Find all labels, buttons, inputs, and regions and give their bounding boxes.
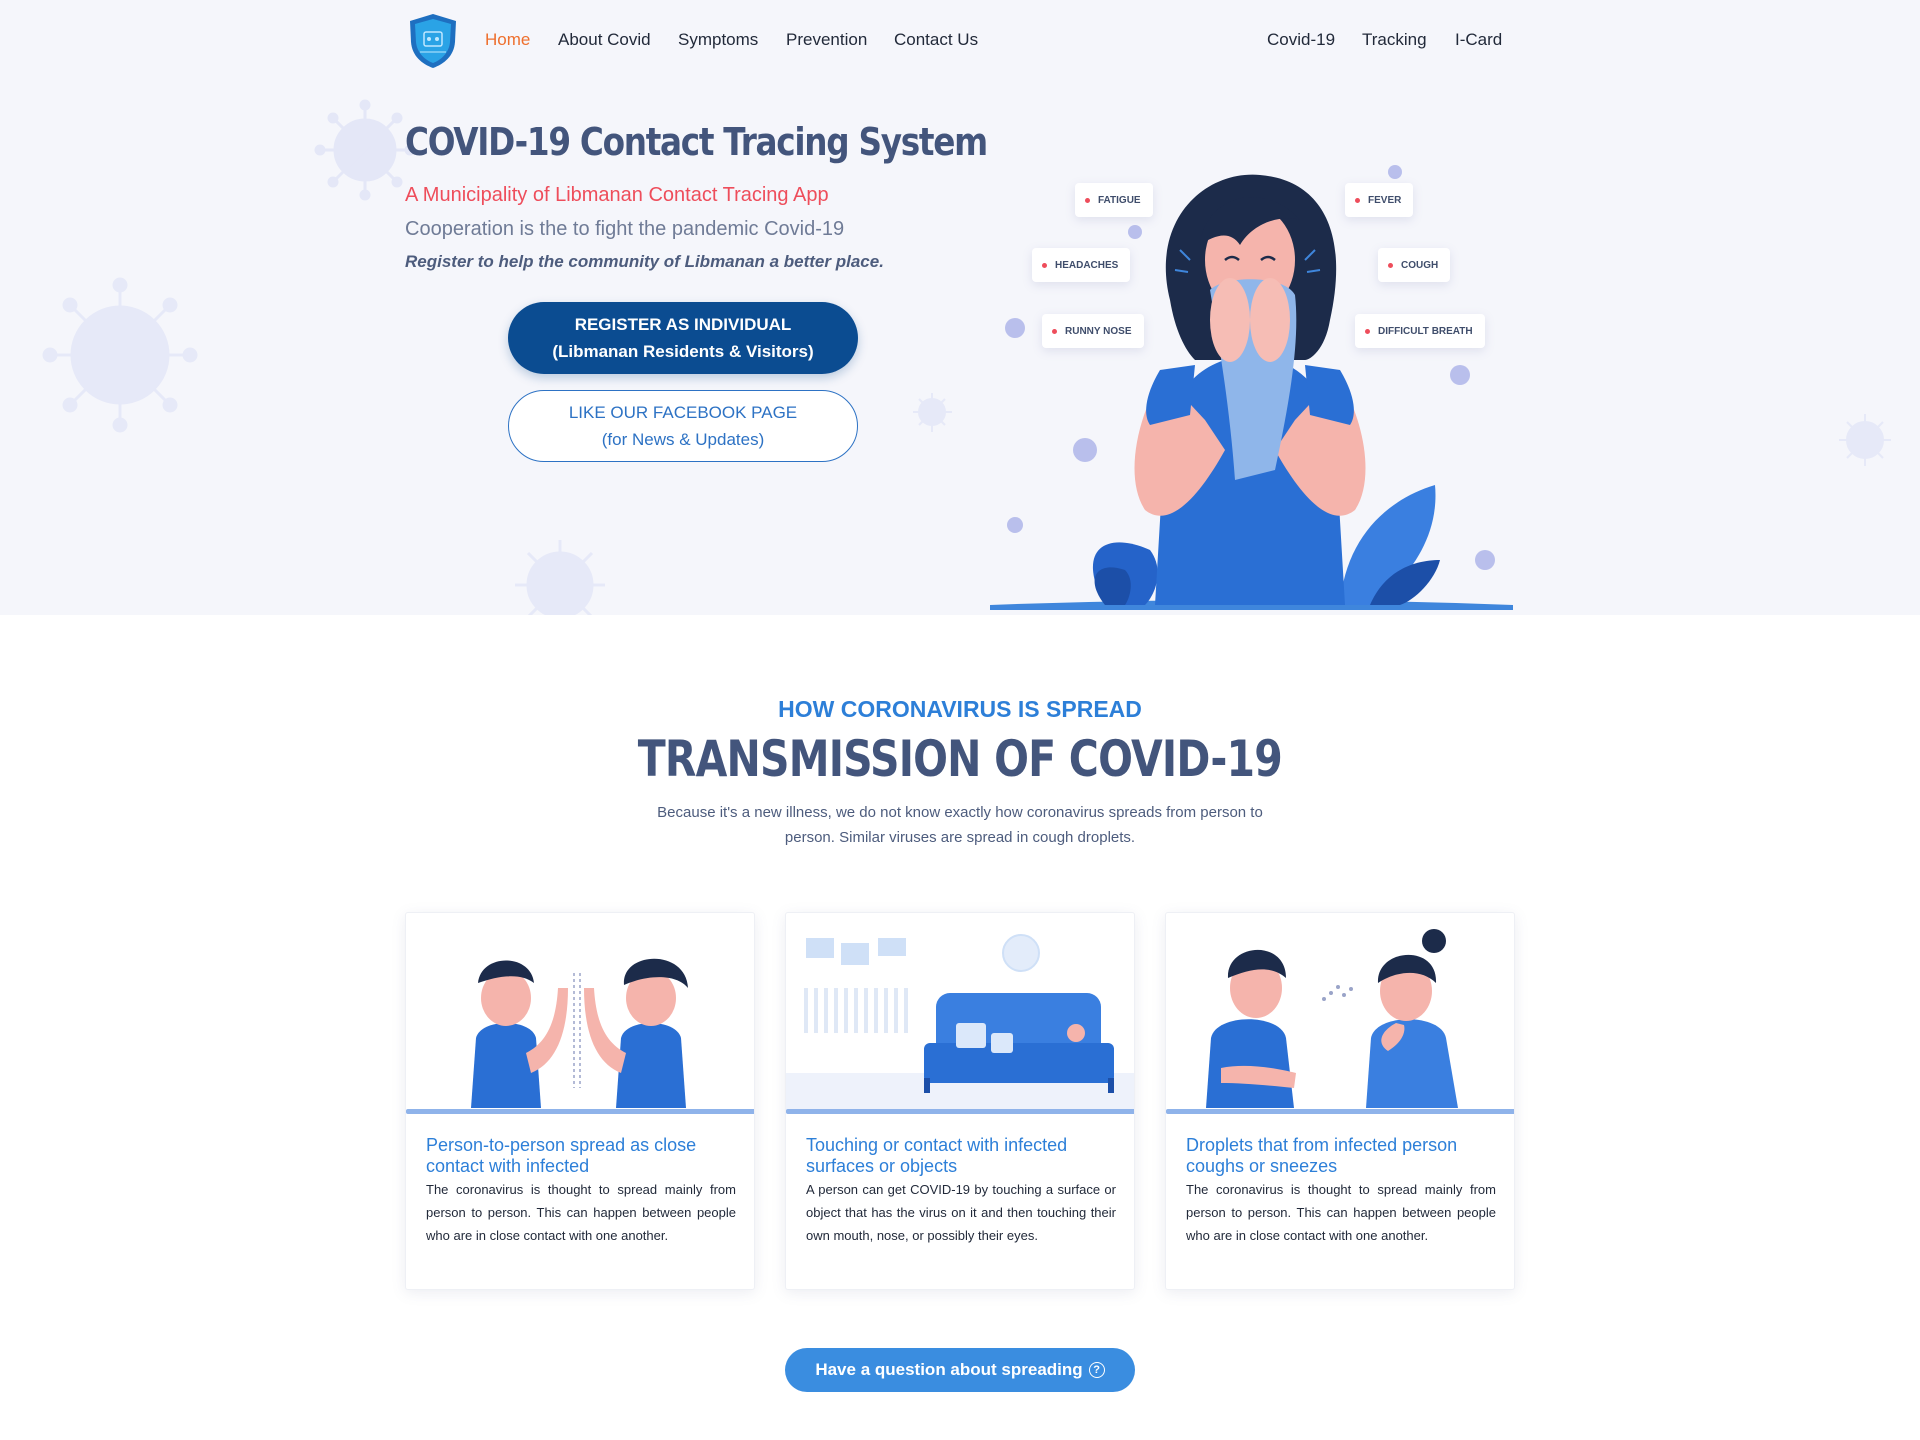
hero-subtitle: A Municipality of Libmanan Contact Traci… <box>405 184 829 206</box>
register-button-line1: REGISTER AS INDIVIDUAL <box>574 315 792 334</box>
nav-link-contact-us[interactable]: Contact Us <box>894 30 978 50</box>
card-divider <box>1166 1109 1514 1114</box>
virus-bg-icon <box>913 393 952 432</box>
symptom-tag-runny-nose: RUNNY NOSE <box>1042 314 1144 348</box>
shield-logo-icon[interactable] <box>406 12 460 70</box>
symptom-tag-fatigue: FATIGUE <box>1075 183 1153 217</box>
virus-bg-icon <box>314 99 416 201</box>
nav-link-home[interactable]: Home <box>485 30 530 50</box>
symptom-tag-fever: FEVER <box>1345 183 1414 217</box>
sick-woman-illustration <box>990 165 1513 610</box>
symptom-tag-difficult-breath: DIFFICULT BREATH <box>1355 314 1485 348</box>
card-text: A person can get COVID-19 by touching a … <box>806 1182 1116 1243</box>
transmission-card: Droplets that from infected person cough… <box>1165 912 1515 1290</box>
card-title: Touching or contact with infected surfac… <box>806 1135 1068 1176</box>
facebook-page-button[interactable]: LIKE OUR FACEBOOK PAGE (for News & Updat… <box>508 390 858 462</box>
nav-link-covid-19[interactable]: Covid-19 <box>1267 30 1335 50</box>
virus-bg-icon <box>1839 414 1891 466</box>
register-individual-button[interactable]: REGISTER AS INDIVIDUAL (Libmanan Residen… <box>508 302 858 374</box>
transmission-title: TRANSMISSION OF COVID-19 <box>0 730 1920 788</box>
transmission-kicker: HOW CORONAVIRUS IS SPREAD <box>778 696 1142 722</box>
card-divider <box>786 1109 1134 1114</box>
droplets-cough-illustration <box>1206 929 1458 1108</box>
hero-section: Home About Covid Symptoms Prevention Con… <box>0 0 1920 615</box>
nav-link-prevention[interactable]: Prevention <box>786 30 867 50</box>
symptom-tag-cough: COUGH <box>1378 248 1451 282</box>
question-circle-icon: ? <box>1088 1362 1105 1378</box>
person-to-person-illustration <box>471 958 688 1108</box>
contaminated-surfaces-illustration <box>786 934 1134 1113</box>
nav-link-about-covid[interactable]: About Covid <box>558 30 651 50</box>
symptom-tag-headaches: HEADACHES <box>1032 248 1131 282</box>
register-button-line2: (Libmanan Residents & Visitors) <box>552 342 814 361</box>
facebook-button-line1: LIKE OUR FACEBOOK PAGE <box>568 403 798 422</box>
transmission-card: Person-to-person spread as close contact… <box>405 912 755 1290</box>
hero-cooperation-text: Cooperation is the to fight the pandemic… <box>405 218 845 240</box>
nav-link-tracking[interactable]: Tracking <box>1362 30 1427 50</box>
card-title: Droplets that from infected person cough… <box>1186 1135 1458 1176</box>
transmission-title-text: TRANSMISSION OF COVID-19 <box>637 730 1283 788</box>
virus-bg-icon <box>515 540 605 615</box>
transmission-description: Because it's a new illness, we do not kn… <box>657 804 1263 846</box>
nav-link-icard[interactable]: I-Card <box>1455 30 1502 50</box>
facebook-button-line2: (for News & Updates) <box>601 430 765 449</box>
hero-title: COVID-19 Contact Tracing System <box>405 120 988 164</box>
virus-bg-icon <box>42 277 198 433</box>
card-text: The coronavirus is thought to spread mai… <box>426 1182 736 1243</box>
card-title: Person-to-person spread as close contact… <box>426 1135 697 1176</box>
transmission-card: Touching or contact with infected surfac… <box>785 912 1135 1290</box>
navbar: Home About Covid Symptoms Prevention Con… <box>0 0 1920 84</box>
hero-register-note: Register to help the community of Libman… <box>405 252 884 271</box>
question-spreading-button[interactable]: Have a question about spreading ? <box>785 1348 1135 1392</box>
card-text: The coronavirus is thought to spread mai… <box>1186 1182 1496 1243</box>
card-divider <box>406 1109 754 1114</box>
nav-link-symptoms[interactable]: Symptoms <box>678 30 758 50</box>
question-button-label: Have a question about spreading <box>815 1360 1083 1379</box>
